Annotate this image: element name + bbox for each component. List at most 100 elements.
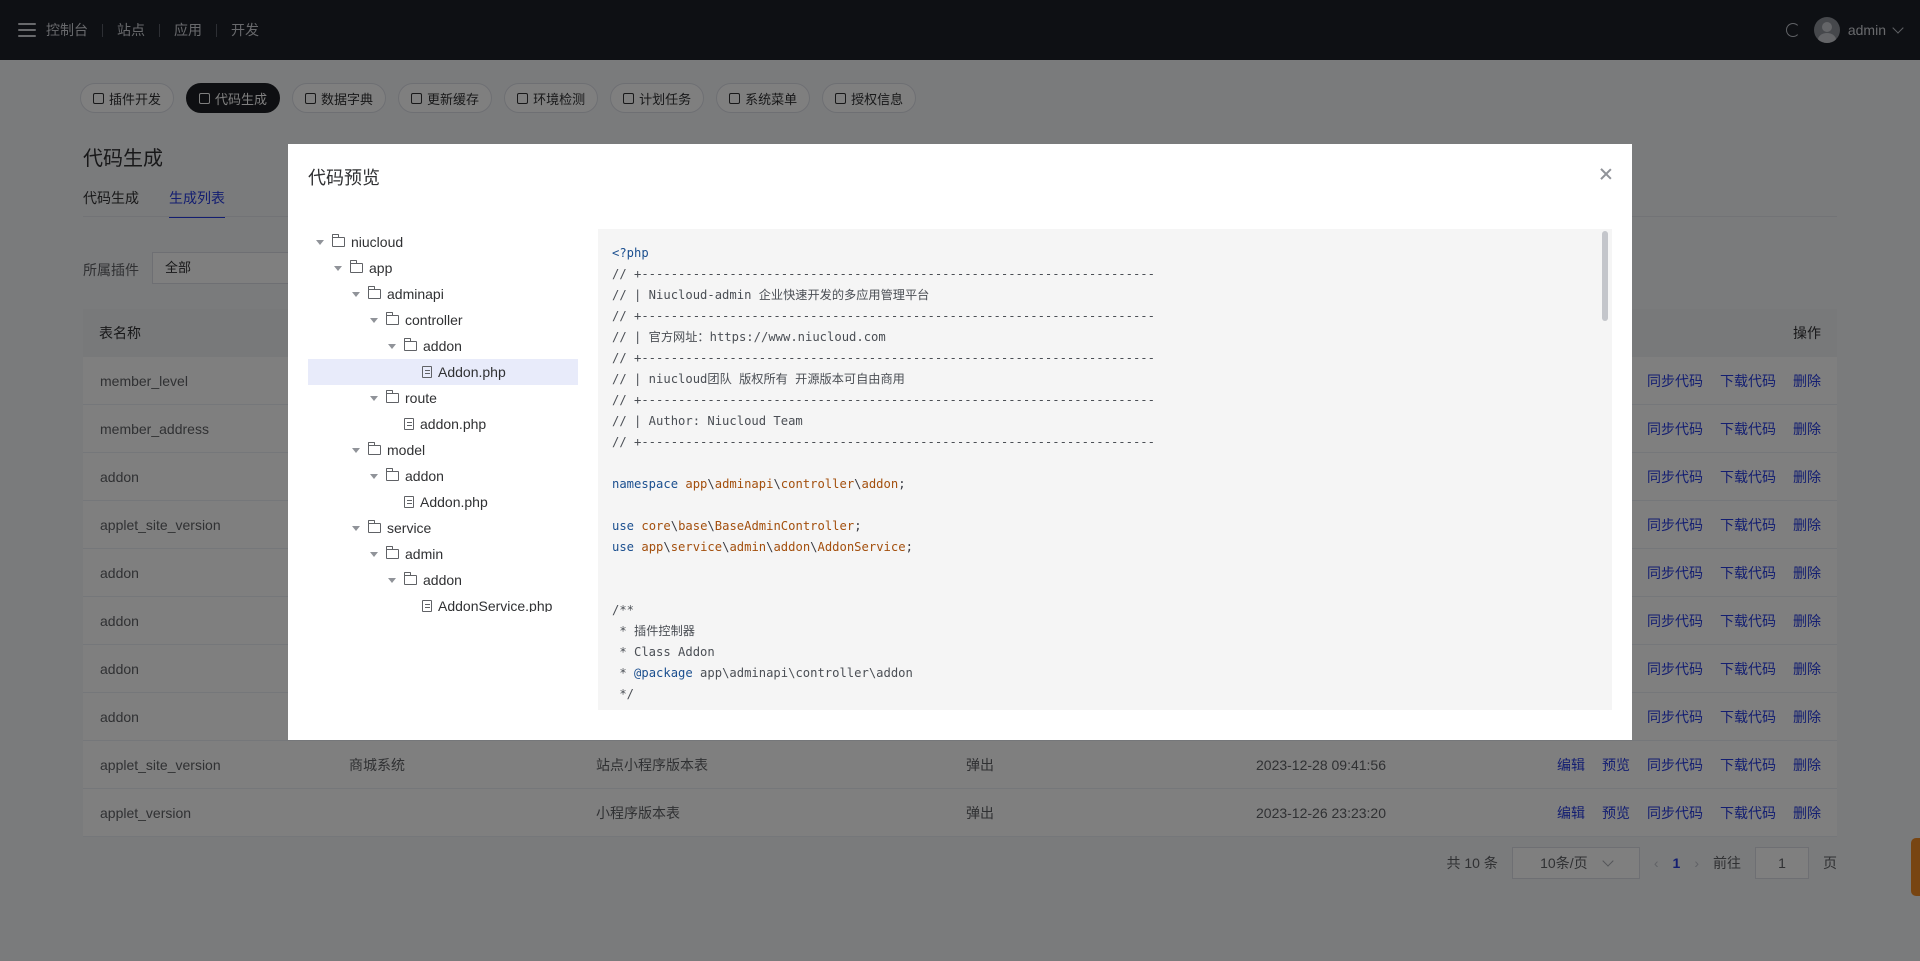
file-icon bbox=[422, 600, 432, 612]
tree-file[interactable]: AddonService.php bbox=[308, 593, 578, 612]
caret-down-icon[interactable] bbox=[316, 239, 324, 245]
code-token: // | Author: Niucloud Team bbox=[612, 414, 803, 428]
code-token: ; bbox=[854, 519, 862, 533]
caret-down-icon[interactable] bbox=[370, 551, 378, 557]
caret-down-icon[interactable] bbox=[388, 343, 396, 349]
code-token: service bbox=[670, 540, 723, 554]
code-line: use app\service\admin\addon\AddonService… bbox=[612, 537, 1598, 558]
code-line: <?php bbox=[612, 243, 1598, 264]
code-token: ; bbox=[905, 540, 913, 554]
code-token: */ bbox=[612, 687, 635, 701]
caret-down-icon[interactable] bbox=[370, 317, 378, 323]
tree-node-label: addon bbox=[423, 338, 462, 354]
caret-down-icon[interactable] bbox=[352, 525, 360, 531]
code-line: * @package app\adminapi\controller\addon bbox=[612, 663, 1598, 684]
tree-folder[interactable]: admin bbox=[308, 541, 578, 567]
code-token: // +------------------------------------… bbox=[612, 267, 1155, 281]
code-line: */ bbox=[612, 684, 1598, 705]
caret-down-icon[interactable] bbox=[352, 447, 360, 453]
tree-node-label: Addon.php bbox=[438, 364, 506, 380]
tree-node-label: model bbox=[387, 442, 426, 458]
code-token: \ bbox=[663, 540, 671, 554]
code-token: BaseAdminController bbox=[714, 519, 855, 533]
caret-down-icon[interactable] bbox=[370, 473, 378, 479]
tree-node-label: service bbox=[387, 520, 432, 536]
tree-file[interactable]: Addon.php bbox=[308, 489, 578, 515]
code-line: // | 官方网址：https://www.niucloud.com bbox=[612, 327, 1598, 348]
code-line: // | Author: Niucloud Team bbox=[612, 411, 1598, 432]
code-viewer[interactable]: <?php // +-------------------------------… bbox=[598, 229, 1612, 710]
code-line: // +------------------------------------… bbox=[612, 348, 1598, 369]
folder-icon bbox=[385, 390, 399, 403]
scrollbar[interactable] bbox=[1602, 231, 1608, 321]
caret-down-icon[interactable] bbox=[370, 395, 378, 401]
folder-icon bbox=[403, 338, 417, 351]
code-token: use bbox=[612, 519, 642, 533]
code-token: ; bbox=[898, 477, 906, 491]
folder-icon bbox=[367, 442, 381, 455]
tree-node-label: addon.php bbox=[420, 416, 487, 432]
tree-folder[interactable]: controller bbox=[308, 307, 578, 333]
tree-folder[interactable]: addon bbox=[308, 567, 578, 593]
tree-folder[interactable]: model bbox=[308, 437, 578, 463]
folder-icon bbox=[403, 572, 417, 585]
code-line: /** bbox=[612, 600, 1598, 621]
code-token: <?php bbox=[612, 246, 649, 260]
folder-icon bbox=[349, 260, 363, 273]
tree-node-label: adminapi bbox=[387, 286, 444, 302]
code-token: \ bbox=[773, 477, 781, 491]
code-token: admin bbox=[729, 540, 767, 554]
file-tree: niucloud app adminapi controller addon Addon.… bbox=[308, 229, 578, 612]
tree-file[interactable]: Addon.php bbox=[308, 359, 578, 385]
tree-folder[interactable]: adminapi bbox=[308, 281, 578, 307]
code-token: controller bbox=[780, 477, 855, 491]
tree-node-label: admin bbox=[405, 546, 444, 562]
caret-down-icon[interactable] bbox=[352, 291, 360, 297]
close-icon[interactable] bbox=[1600, 168, 1612, 180]
folder-icon bbox=[385, 312, 399, 325]
code-token: * 插件控制器 bbox=[612, 624, 695, 638]
tree-node-label: Addon.php bbox=[420, 494, 488, 510]
code-token: // +------------------------------------… bbox=[612, 309, 1155, 323]
tree-node-label: controller bbox=[405, 312, 463, 328]
code-token: use bbox=[612, 540, 642, 554]
code-token: addon bbox=[861, 477, 899, 491]
file-icon bbox=[422, 366, 432, 378]
code-token: \ bbox=[707, 477, 715, 491]
code-token: // +------------------------------------… bbox=[612, 435, 1155, 449]
code-token: app bbox=[641, 540, 664, 554]
code-token: * Class Addon bbox=[612, 645, 715, 659]
code-line: // +------------------------------------… bbox=[612, 390, 1598, 411]
tree-folder[interactable]: niucloud bbox=[308, 229, 578, 255]
folder-icon bbox=[385, 546, 399, 559]
code-content: <?php // +-------------------------------… bbox=[598, 229, 1612, 710]
code-token: // | Niucloud-admin 企业快速开发的多应用管理平台 bbox=[612, 288, 930, 302]
folder-icon bbox=[385, 468, 399, 481]
file-icon bbox=[404, 496, 414, 508]
caret-down-icon[interactable] bbox=[334, 265, 342, 271]
tree-folder[interactable]: service bbox=[308, 515, 578, 541]
code-token: AddonService bbox=[817, 540, 906, 554]
tree-folder[interactable]: route bbox=[308, 385, 578, 411]
tree-folder[interactable]: addon bbox=[308, 333, 578, 359]
code-preview-dialog: 代码预览 niucloud app adminapi controller addon A… bbox=[288, 144, 1632, 740]
code-token: // +------------------------------------… bbox=[612, 351, 1155, 365]
tree-file[interactable]: addon.php bbox=[308, 411, 578, 437]
code-token: * bbox=[612, 666, 635, 680]
tree-folder[interactable]: app bbox=[308, 255, 578, 281]
dialog-title: 代码预览 bbox=[308, 168, 380, 188]
code-line: * 插件控制器 bbox=[612, 621, 1598, 642]
folder-icon bbox=[331, 234, 345, 247]
tree-folder[interactable]: addon bbox=[308, 463, 578, 489]
file-icon bbox=[404, 418, 414, 430]
tree-node-label: niucloud bbox=[351, 234, 404, 250]
code-line: namespace app\adminapi\controller\addon; bbox=[612, 474, 1598, 495]
caret-down-icon[interactable] bbox=[388, 577, 396, 583]
code-token: \ bbox=[854, 477, 862, 491]
tree-node-label: addon bbox=[423, 572, 462, 588]
code-line: // | niucloud团队 版权所有 开源版本可自由商用 bbox=[612, 369, 1598, 390]
code-token: base bbox=[678, 519, 708, 533]
code-token: // +------------------------------------… bbox=[612, 393, 1155, 407]
